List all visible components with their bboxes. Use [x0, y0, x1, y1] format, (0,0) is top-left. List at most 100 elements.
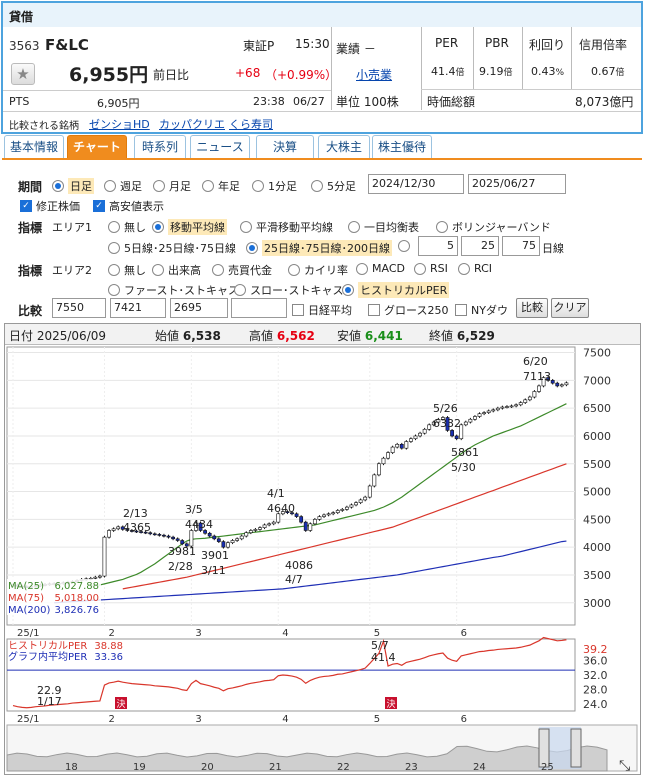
candle-body [239, 535, 244, 540]
ma-custom-2-input[interactable]: 25 [461, 236, 499, 256]
candle-body [253, 529, 258, 531]
price-y-tick: 6500 [583, 402, 611, 415]
radio-icon [414, 262, 426, 275]
price-x-tick: 4 [282, 628, 288, 639]
high-low-check[interactable]: ✓ 高安値表示 [93, 198, 164, 214]
period-daily[interactable]: 日足 [52, 178, 94, 194]
tab-shareholders[interactable]: 大株主 [318, 135, 370, 158]
compare-code-1-input[interactable]: 7550 [52, 298, 106, 318]
area2-volume[interactable]: 出来高 [152, 262, 201, 278]
pbr-value: 9.19倍 [479, 65, 513, 78]
candle-body [258, 527, 262, 530]
compare-growth250-check[interactable]: グロース250 [368, 302, 448, 318]
price-annotation-label: 3901 [201, 549, 229, 562]
ma-custom-1-input[interactable]: 5 [418, 236, 458, 256]
compare-code-3-input[interactable]: 2695 [170, 298, 228, 318]
price-x-tick: 5 [374, 628, 380, 639]
company-name: F&LC [45, 36, 89, 54]
area1-none[interactable]: 無し [108, 219, 146, 235]
compare-button[interactable]: 比較 [516, 298, 548, 318]
candle-body [399, 444, 404, 449]
candle-body [532, 391, 537, 398]
area2-none[interactable]: 無し [108, 262, 146, 278]
ma-set-25-75-200[interactable]: 25日線･75日線･200日線 [246, 240, 392, 256]
sector-link[interactable]: 小売業 [356, 66, 392, 83]
quote-time: 15:30 [295, 37, 330, 51]
area1-bollinger[interactable]: ボリンジャーバンド [436, 219, 551, 235]
tab-timeseries[interactable]: 時系列 [134, 135, 186, 158]
candle-body [468, 418, 473, 423]
period-weekly[interactable]: 週足 [104, 178, 142, 194]
period-monthly[interactable]: 月足 [153, 178, 191, 194]
area2-turnover[interactable]: 売買代金 [212, 262, 272, 278]
ma-set-custom[interactable] [398, 240, 414, 252]
compare-link-kappa[interactable]: カッパクリエ [159, 116, 225, 132]
candle-body [235, 538, 240, 541]
tab-basic-info[interactable]: 基本情報 [4, 135, 64, 158]
area2-rci[interactable]: RCI [458, 262, 492, 275]
candle-body [326, 513, 331, 516]
price-annotation-label: 6/20 [523, 355, 548, 368]
candle-body [454, 435, 459, 440]
ma-custom-3-input[interactable]: 75 [502, 236, 540, 256]
tab-news[interactable]: ニュース [190, 135, 250, 158]
divider [331, 27, 332, 110]
date-from-input[interactable]: 2024/12/30 [368, 174, 464, 194]
compare-link-kura[interactable]: くら寿司 [229, 116, 273, 132]
favorite-star-icon[interactable]: ★ [11, 63, 35, 85]
compare-nydow-check[interactable]: NYダウ [455, 302, 508, 318]
info-close: 終値 6,529 [429, 329, 495, 343]
area2-deviation[interactable]: カイリ率 [288, 262, 348, 278]
divider [522, 27, 523, 89]
date-to-input[interactable]: 2025/06/27 [468, 174, 566, 194]
per-x-tick: 6 [461, 714, 467, 725]
area2-historical-per[interactable]: ヒストリカルPER [342, 282, 450, 298]
pts-price: 6,905円 [97, 97, 140, 110]
area2-rsi[interactable]: RSI [414, 262, 448, 275]
price-annotation-value: 4/7 [285, 573, 303, 586]
period-yearly[interactable]: 年足 [202, 178, 240, 194]
candle-body [523, 399, 528, 403]
area1-smoothed-ma[interactable]: 平滑移動平均線 [240, 219, 333, 235]
compare-code-2-input[interactable]: 7421 [110, 298, 166, 318]
clear-button[interactable]: クリア [551, 298, 589, 318]
period-1min[interactable]: 1分足 [252, 178, 297, 194]
chart-area[interactable]: 日付 2025/06/09 始値 6,538 高値 6,562 安値 6,441… [4, 323, 641, 775]
tab-earnings[interactable]: 決算 [256, 135, 314, 158]
area2-slow-stoch[interactable]: スロー･ストキャス [234, 282, 344, 298]
area1-ichimoku[interactable]: 一目均衡表 [348, 219, 419, 235]
compare-code-4-input[interactable] [231, 298, 287, 318]
radio-icon [436, 221, 448, 233]
price-annotation-value: 3/11 [201, 564, 226, 577]
ma-legend-value: 5,018.00 [54, 593, 99, 604]
adjusted-price-check[interactable]: ✓ 修正株価 [20, 198, 80, 214]
radio-icon [288, 264, 300, 276]
candle-body [271, 521, 276, 525]
candle-body [335, 510, 340, 513]
compare-label: 比較される銘柄 [9, 121, 79, 132]
compare-nikkei-check[interactable]: 日経平均 [292, 302, 352, 318]
per-label: PER [435, 36, 459, 50]
period-5min[interactable]: 5分足 [311, 178, 356, 194]
candle-body [180, 540, 185, 545]
area1-moving-average[interactable]: 移動平均線 [152, 219, 227, 235]
radio-icon [342, 284, 354, 296]
radio-icon [252, 180, 264, 192]
compare-link-zensho[interactable]: ゼンショHD [89, 116, 150, 132]
change-value: +68 [235, 66, 261, 80]
candle-body [207, 532, 212, 537]
tab-chart[interactable]: チャート [67, 135, 127, 158]
divider [421, 89, 641, 90]
candle-body [537, 385, 541, 392]
checkbox-icon: ✓ [93, 200, 105, 212]
area2-fast-stoch[interactable]: ファースト･ストキャス [108, 282, 239, 298]
navigator-tick: 21 [269, 762, 282, 773]
tab-benefits[interactable]: 株主優待 [372, 135, 432, 158]
ma-set-5-25-75[interactable]: 5日線･25日線･75日線 [108, 240, 236, 256]
area2-macd[interactable]: MACD [356, 262, 405, 275]
ma-legend-label: MA(25) [8, 581, 44, 592]
price-annotation-value: 4365 [123, 521, 151, 534]
candle-body [226, 542, 230, 548]
price-y-tick: 5500 [583, 458, 611, 471]
price-annotation-value: 4640 [267, 502, 295, 515]
